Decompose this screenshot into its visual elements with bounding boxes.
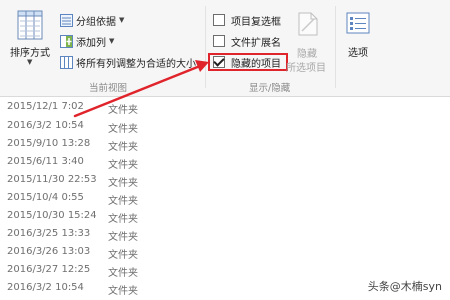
file-type: 文件夹 [108,160,138,171]
file-type: 文件夹 [108,105,138,116]
chevron-down-icon: ▼ [27,58,33,66]
add-column-label: 添加列 [76,37,106,49]
file-extensions-toggle[interactable]: 文件扩展名 [213,33,281,49]
file-date: 2016/3/26 13:03 [7,246,91,257]
file-type: 文件夹 [108,250,138,261]
add-column-icon [60,34,73,48]
file-type: 文件夹 [108,124,138,135]
hide-selected-icon [298,12,318,36]
sort-button[interactable]: 排序方式 ▼ [7,8,53,66]
file-extensions-label: 文件扩展名 [231,37,281,49]
file-type: 文件夹 [108,142,138,153]
file-type: 文件夹 [108,268,138,279]
file-type: 文件夹 [108,286,138,297]
show-hide-group-label: 显示/隐藏 [249,83,291,94]
list-item[interactable]: 2016/3/26 13:03 文件夹 [0,246,200,264]
file-type: 文件夹 [108,232,138,243]
list-item[interactable]: 2015/9/10 13:28 文件夹 [0,138,200,156]
hide-selected-button[interactable]: 隐藏 所选项目 [286,8,330,74]
file-date: 2015/9/10 13:28 [7,138,91,149]
list-item[interactable]: 2015/12/1 7:02 文件夹 [0,101,200,119]
file-date: 2016/3/2 10:54 [7,282,84,293]
file-type: 文件夹 [108,214,138,225]
file-type: 文件夹 [108,196,138,207]
options-label: 选项 [348,48,368,59]
list-item[interactable]: 2016/3/2 10:54 文件夹 [0,120,200,138]
group-divider [205,6,206,88]
sort-icon [17,10,43,40]
fit-columns-icon [60,55,73,69]
options-button[interactable]: 选项 [340,8,376,64]
chevron-down-icon: ▼ [109,37,115,45]
file-date: 2015/10/30 15:24 [7,210,97,221]
add-column-button[interactable]: 添加列 ▼ [60,33,114,49]
watermark: 头条@木楠syn [367,280,442,293]
highlight-box [208,53,288,71]
list-item[interactable]: 2015/10/30 15:24 文件夹 [0,210,200,228]
file-date: 2016/3/25 13:33 [7,228,91,239]
list-item[interactable]: 2016/3/27 12:25 文件夹 [0,264,200,282]
item-checkboxes-checkbox[interactable] [213,14,225,26]
group-by-label: 分组依据 [76,16,116,28]
file-date: 2015/12/1 7:02 [7,101,84,112]
file-type: 文件夹 [108,178,138,189]
item-checkboxes-label: 项目复选框 [231,16,281,28]
group-by-button[interactable]: 分组依据 ▼ [60,12,124,28]
file-date: 2016/3/27 12:25 [7,264,91,275]
fit-columns-button[interactable]: 将所有列调整为合适的大小 [60,54,196,70]
current-view-group-label: 当前视图 [89,83,128,94]
fit-columns-label: 将所有列调整为合适的大小 [76,58,196,70]
file-date: 2015/10/4 0:55 [7,192,84,203]
hide-selected-label-line2: 所选项目 [286,63,326,74]
list-item[interactable]: 2016/3/25 13:33 文件夹 [0,228,200,246]
list-item[interactable]: 2016/3/2 10:54 文件夹 [0,282,200,300]
list-item[interactable]: 2015/11/30 22:53 文件夹 [0,174,200,192]
sort-label: 排序方式 [10,48,50,59]
file-date: 2016/3/2 10:54 [7,120,84,131]
file-extensions-checkbox[interactable] [213,35,225,47]
file-date: 2015/11/30 22:53 [7,174,97,185]
file-date: 2015/6/11 3:40 [7,156,84,167]
ribbon: 排序方式 ▼ 分组依据 ▼ 添加列 ▼ 将所有列调整为合适的大小 当前视图 项目… [0,0,450,97]
list-item[interactable]: 2015/10/4 0:55 文件夹 [0,192,200,210]
list-item[interactable]: 2015/6/11 3:40 文件夹 [0,156,200,174]
group-divider [335,6,336,88]
options-icon [346,12,370,34]
hide-selected-label-line1: 隐藏 [297,49,317,60]
chevron-down-icon: ▼ [119,16,125,24]
item-checkboxes-toggle[interactable]: 项目复选框 [213,12,281,28]
group-by-icon [60,13,73,27]
